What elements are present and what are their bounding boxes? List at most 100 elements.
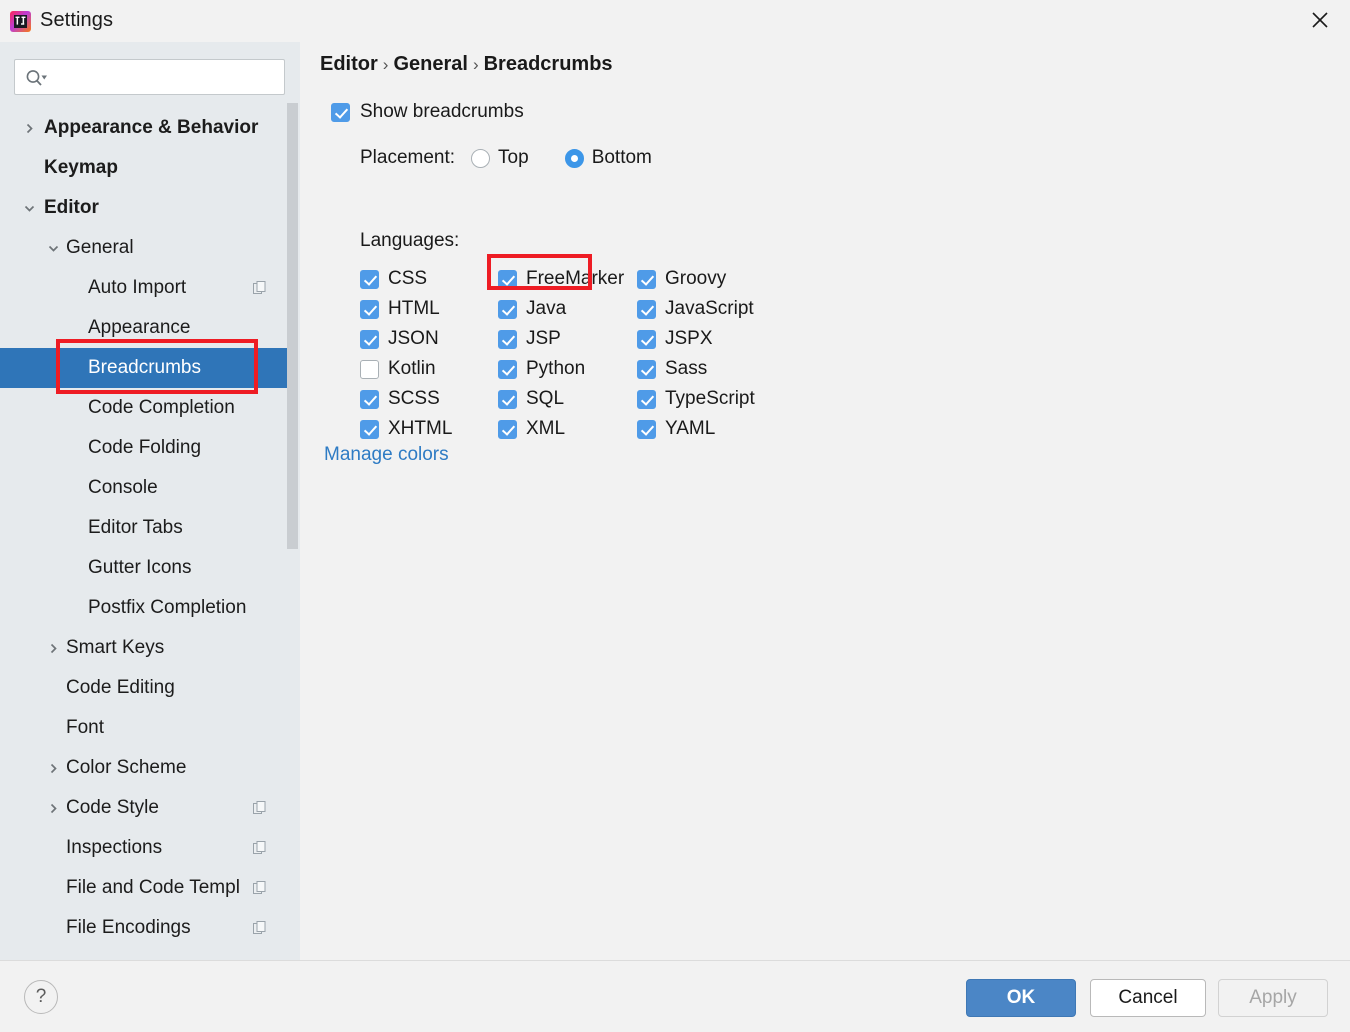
sidebar-item-label: Appearance & Behavior xyxy=(44,117,259,138)
language-checkbox-yaml[interactable]: YAML xyxy=(637,414,755,444)
sidebar-item-gutter-icons[interactable]: Gutter Icons xyxy=(0,548,288,588)
language-checkbox-java[interactable]: Java xyxy=(498,294,624,324)
sidebar-scrollbar-thumb[interactable] xyxy=(287,103,298,549)
search-input[interactable] xyxy=(53,61,281,93)
search-box[interactable] xyxy=(14,59,285,95)
sidebar-item-postfix-completion[interactable]: Postfix Completion xyxy=(0,588,288,628)
language-checkbox-python[interactable]: Python xyxy=(498,354,624,384)
sidebar-item-keymap[interactable]: Keymap xyxy=(0,148,288,188)
radio-top-circle xyxy=(471,148,491,168)
language-label-freemarker: FreeMarker xyxy=(526,268,625,289)
language-checkbox-scss[interactable]: SCSS xyxy=(360,384,452,414)
language-checkbox-xhtml[interactable]: XHTML xyxy=(360,414,452,444)
language-checkbox-sql[interactable]: SQL xyxy=(498,384,624,414)
sidebar-item-editor-tabs[interactable]: Editor Tabs xyxy=(0,508,288,548)
language-label-python: Python xyxy=(526,358,586,379)
sidebar-item-code-folding[interactable]: Code Folding xyxy=(0,428,288,468)
manage-colors-link[interactable]: Manage colors xyxy=(324,444,449,466)
language-checkbox-freemarker[interactable]: FreeMarker xyxy=(498,264,624,294)
sidebar-item-appearance-behavior[interactable]: Appearance & Behavior xyxy=(0,108,288,148)
sidebar-item-auto-import[interactable]: Auto Import xyxy=(0,268,288,308)
project-scope-icon xyxy=(252,920,268,936)
placement-label: Placement: xyxy=(360,147,456,168)
close-icon[interactable] xyxy=(1298,2,1342,38)
chevron-down-icon[interactable] xyxy=(44,239,62,257)
language-label-json: JSON xyxy=(388,328,439,349)
language-checkbox-typescript[interactable]: TypeScript xyxy=(637,384,755,414)
checkbox-box-html xyxy=(360,299,379,319)
sidebar-item-inspections[interactable]: Inspections xyxy=(0,828,288,868)
breadcrumb-separator: › xyxy=(472,55,479,74)
language-checkbox-kotlin[interactable]: Kotlin xyxy=(360,354,452,384)
language-checkbox-css[interactable]: CSS xyxy=(360,264,452,294)
placement-row: Placement: Top Bottom xyxy=(360,147,688,169)
settings-dialog: Settings Appearance & Behavior Keymap Edit… xyxy=(0,0,1350,1032)
language-checkbox-sass[interactable]: Sass xyxy=(637,354,755,384)
chevron-right-icon[interactable] xyxy=(44,759,62,777)
language-checkbox-groovy[interactable]: Groovy xyxy=(637,264,755,294)
checkbox-box-typescript xyxy=(637,389,656,409)
sidebar-item-console[interactable]: Console xyxy=(0,468,288,508)
language-label-javascript: JavaScript xyxy=(665,298,754,319)
help-button[interactable]: ? xyxy=(24,980,58,1014)
language-checkbox-xml[interactable]: XML xyxy=(498,414,624,444)
breadcrumb-part-editor: Editor xyxy=(320,53,378,75)
sidebar-item-label: Inspections xyxy=(66,837,163,858)
checkbox-box-javascript xyxy=(637,299,656,319)
cancel-button[interactable]: Cancel xyxy=(1090,979,1206,1017)
apply-button[interactable]: Apply xyxy=(1218,979,1328,1017)
placement-top-label: Top xyxy=(498,147,529,168)
sidebar-item-color-scheme[interactable]: Color Scheme xyxy=(0,748,288,788)
language-label-css: CSS xyxy=(388,268,428,289)
search-icon xyxy=(24,68,50,88)
language-checkbox-javascript[interactable]: JavaScript xyxy=(637,294,755,324)
sidebar-item-label: File and Code Templ xyxy=(66,877,240,898)
chevron-right-icon[interactable] xyxy=(20,119,38,137)
sidebar-item-file-and-code-templ[interactable]: File and Code Templ xyxy=(0,868,288,908)
sidebar-item-label: Code Editing xyxy=(66,677,175,698)
title-bar: Settings xyxy=(0,0,1350,42)
language-label-sass: Sass xyxy=(665,358,708,379)
show-breadcrumbs-checkbox[interactable]: Show breadcrumbs xyxy=(331,101,524,123)
sidebar-item-code-style[interactable]: Code Style xyxy=(0,788,288,828)
sidebar-item-label: Color Scheme xyxy=(66,757,187,778)
dialog-footer: ? OK Cancel Apply xyxy=(0,960,1350,1032)
breadcrumb-part-general: General xyxy=(393,53,468,75)
sidebar-item-font[interactable]: Font xyxy=(0,708,288,748)
placement-radio-bottom[interactable]: Bottom xyxy=(564,147,668,169)
sidebar-item-smart-keys[interactable]: Smart Keys xyxy=(0,628,288,668)
language-checkbox-html[interactable]: HTML xyxy=(360,294,452,324)
project-scope-icon xyxy=(252,880,268,896)
language-checkbox-json[interactable]: JSON xyxy=(360,324,452,354)
sidebar-item-file-encodings[interactable]: File Encodings xyxy=(0,908,288,948)
checkbox-box-groovy xyxy=(637,269,656,289)
project-scope-icon xyxy=(252,280,268,296)
sidebar-item-breadcrumbs[interactable]: Breadcrumbs xyxy=(0,348,288,388)
language-checkbox-jsp[interactable]: JSP xyxy=(498,324,624,354)
checkbox-box-css xyxy=(360,269,379,289)
sidebar-item-label: Editor Tabs xyxy=(88,517,183,538)
language-label-xhtml: XHTML xyxy=(388,418,453,439)
sidebar-item-label: Smart Keys xyxy=(66,637,165,658)
placement-radio-top[interactable]: Top xyxy=(471,147,545,169)
sidebar-item-code-editing[interactable]: Code Editing xyxy=(0,668,288,708)
languages-column-2: FreeMarker Java JSP Python SQL XML xyxy=(498,264,624,444)
language-label-kotlin: Kotlin xyxy=(388,358,436,379)
chevron-right-icon[interactable] xyxy=(44,799,62,817)
language-label-scss: SCSS xyxy=(388,388,440,409)
chevron-down-icon[interactable] xyxy=(20,199,38,217)
language-checkbox-jspx[interactable]: JSPX xyxy=(637,324,755,354)
sidebar-item-editor[interactable]: Editor xyxy=(0,188,288,228)
sidebar-item-label: Auto Import xyxy=(88,277,187,298)
project-scope-icon xyxy=(252,840,268,856)
sidebar-item-general[interactable]: General xyxy=(0,228,288,268)
checkbox-box-xhtml xyxy=(360,419,379,439)
language-label-html: HTML xyxy=(388,298,440,319)
sidebar-item-code-completion[interactable]: Code Completion xyxy=(0,388,288,428)
sidebar-item-appearance[interactable]: Appearance xyxy=(0,308,288,348)
chevron-right-icon[interactable] xyxy=(44,639,62,657)
radio-bottom-circle xyxy=(564,148,584,168)
settings-sidebar: Appearance & Behavior Keymap Editor General… xyxy=(0,42,300,960)
checkbox-box-yaml xyxy=(637,419,656,439)
ok-button[interactable]: OK xyxy=(966,979,1076,1017)
